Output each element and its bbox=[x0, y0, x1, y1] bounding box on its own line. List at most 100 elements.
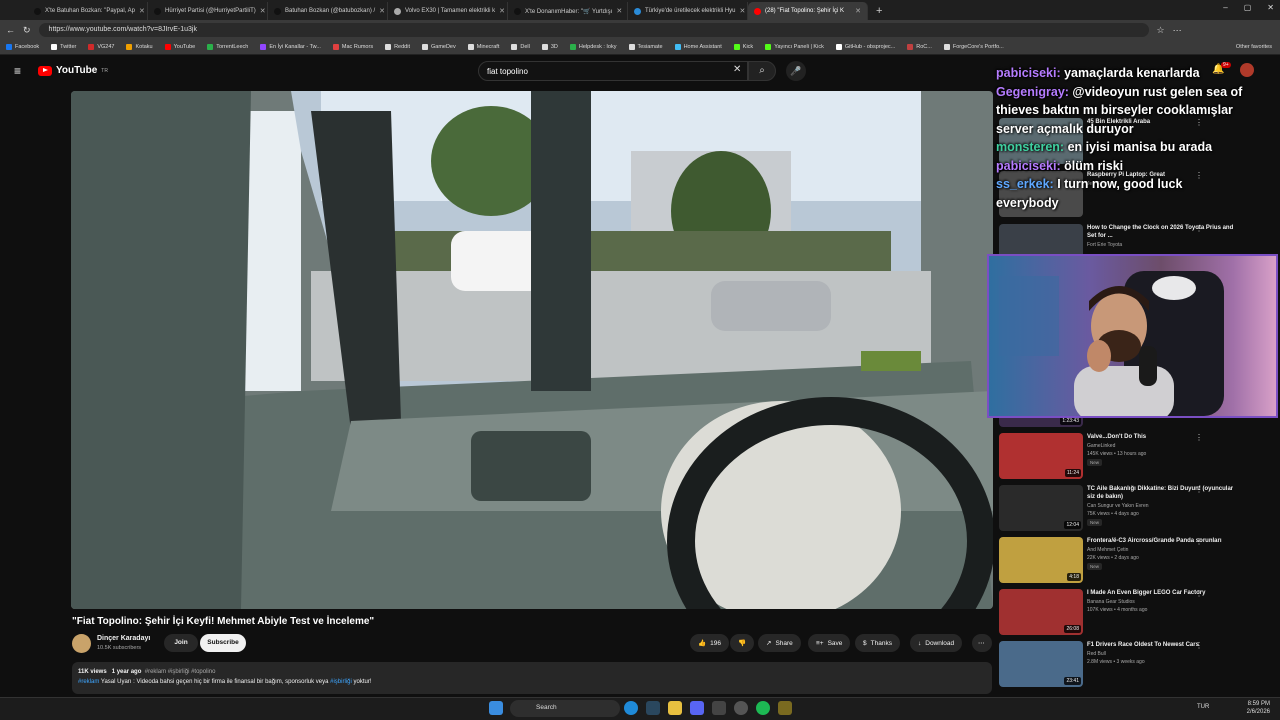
bookmark-item[interactable]: Dell bbox=[511, 44, 530, 50]
bookmark-item[interactable]: YouTube bbox=[164, 44, 195, 50]
more-options-icon[interactable]: ⋮ bbox=[1195, 537, 1203, 546]
tab-close-icon[interactable]: ✕ bbox=[499, 7, 505, 15]
tab-close-icon[interactable]: ✕ bbox=[616, 7, 622, 15]
obs-icon[interactable] bbox=[712, 701, 726, 715]
browser-tab[interactable]: X'te Batuhan Bozkan: "Paypal, Ap ✕ bbox=[28, 2, 148, 20]
spotify-icon[interactable] bbox=[756, 701, 770, 715]
like-button[interactable]: 👍 196 bbox=[690, 634, 729, 652]
tab-close-icon[interactable]: ✕ bbox=[379, 7, 385, 15]
more-options-icon[interactable]: ⋮ bbox=[1195, 433, 1203, 442]
star-icon[interactable]: ☆ bbox=[1157, 25, 1165, 36]
subscribe-button[interactable]: Subscribe bbox=[200, 634, 246, 652]
rec-channel[interactable]: And Mehmet Çetin bbox=[1087, 547, 1237, 553]
youtube-logo[interactable]: YouTube TR bbox=[38, 65, 108, 76]
video-thumbnail[interactable]: 11:24 bbox=[999, 433, 1083, 479]
more-options-icon[interactable]: ⋮ bbox=[1195, 485, 1203, 494]
rec-channel[interactable]: Banana Gear Studios bbox=[1087, 599, 1237, 605]
rec-channel[interactable]: Red Bull bbox=[1087, 651, 1237, 657]
bookmark-item[interactable]: Kotaku bbox=[126, 44, 153, 50]
browser-tab[interactable]: (28) "Fiat Topolino: Şehir İçi K ✕ bbox=[748, 2, 868, 20]
rec-title[interactable]: I Made An Even Bigger LEGO Car Factory bbox=[1087, 589, 1237, 597]
recommended-video[interactable]: 4:18 Frontera/ë-C3 Aircross/Grande Panda … bbox=[999, 537, 1279, 583]
new-tab-button[interactable]: + bbox=[876, 2, 882, 20]
browser-tab[interactable]: Türkiye'de üretilecek elektrikli Hyu ✕ bbox=[628, 2, 748, 20]
bookmark-item[interactable]: Kick bbox=[733, 44, 753, 50]
bookmark-item[interactable]: RoC... bbox=[907, 44, 932, 50]
share-button[interactable]: ↗ Share bbox=[758, 634, 801, 652]
more-options-icon[interactable]: ⋮ bbox=[1195, 641, 1203, 650]
video-player[interactable] bbox=[71, 91, 993, 609]
video-thumbnail[interactable]: 26:08 bbox=[999, 589, 1083, 635]
bookmark-item[interactable]: Tesiamate bbox=[628, 44, 663, 50]
browser-tab[interactable]: X'te DonanımHaber: "🛒 Yurtdışı ✕ bbox=[508, 2, 628, 20]
bookmark-item[interactable]: Yayıncı Paneli | Kick bbox=[765, 44, 824, 50]
system-clock[interactable]: 8:59 PM 2/6/2026 bbox=[1247, 700, 1270, 716]
recommended-video[interactable]: 26:08 I Made An Even Bigger LEGO Car Fact… bbox=[999, 589, 1279, 635]
channel-avatar[interactable] bbox=[72, 634, 91, 653]
start-icon[interactable] bbox=[489, 701, 503, 715]
user-avatar[interactable] bbox=[1240, 63, 1254, 77]
more-options-icon[interactable]: ⋮ bbox=[1195, 171, 1203, 180]
rec-channel[interactable]: Can Sungur ve Yakın Evren bbox=[1087, 503, 1237, 509]
back-icon[interactable]: ← bbox=[6, 25, 15, 35]
browser-tab[interactable]: Volvo EX30 | Tamamen elektrikli k ✕ bbox=[388, 2, 508, 20]
minimize-icon[interactable]: – bbox=[1223, 3, 1227, 12]
desc-hashtag[interactable]: #işbirliği bbox=[330, 679, 352, 685]
more-options-icon[interactable]: ⋮ bbox=[1195, 118, 1203, 127]
bookmark-item[interactable]: GameDev bbox=[421, 44, 456, 50]
bookmark-item[interactable]: TorrentLeech bbox=[207, 44, 248, 50]
bookmark-item[interactable]: Twitter bbox=[51, 44, 76, 50]
more-actions-icon[interactable]: ⋯ bbox=[972, 634, 992, 652]
tab-close-icon[interactable]: ✕ bbox=[260, 7, 266, 15]
more-options-icon[interactable]: ⋮ bbox=[1195, 589, 1203, 598]
rec-title[interactable]: F1 Drivers Race Oldest To Newest Cars bbox=[1087, 641, 1237, 649]
rec-channel[interactable]: GameLinked bbox=[1087, 443, 1237, 449]
bookmark-item[interactable]: 3D bbox=[541, 44, 558, 50]
bookmark-item[interactable]: En İyi Kanallar - Tw... bbox=[260, 44, 321, 50]
github-icon[interactable] bbox=[734, 701, 748, 715]
tab-close-icon[interactable]: ✕ bbox=[139, 7, 145, 15]
bookmark-item[interactable]: Minecraft bbox=[467, 44, 499, 50]
rec-title[interactable]: Frontera/ë-C3 Aircross/Grande Panda soru… bbox=[1087, 537, 1237, 545]
browser-tab[interactable]: Batuhan Bozkan (@batubozkan) / ✕ bbox=[268, 2, 388, 20]
more-options-icon[interactable]: ⋮ bbox=[1195, 224, 1203, 233]
dislike-button[interactable]: 👎 bbox=[730, 634, 755, 652]
save-button[interactable]: ≡+ Save bbox=[808, 634, 851, 652]
bookmark-item[interactable]: Facebook bbox=[6, 44, 39, 50]
video-thumbnail[interactable]: 12:04 bbox=[999, 485, 1083, 531]
bookmark-item[interactable]: GitHub - obsprojec... bbox=[835, 44, 895, 50]
search-button[interactable]: ⌕ bbox=[748, 61, 776, 81]
recommended-video[interactable]: 11:24 Valve...Don't Do This GameLinked 145K… bbox=[999, 433, 1279, 479]
bookmark-item[interactable]: ForgeCore's Portfo... bbox=[943, 44, 1004, 50]
bookmark-item[interactable]: Helpdesk : Ioky bbox=[569, 44, 617, 50]
app-icon[interactable] bbox=[778, 701, 792, 715]
description-box[interactable]: 11K views 1 year ago #reklam #işbirliği … bbox=[72, 662, 992, 694]
taskbar-search[interactable]: Search bbox=[510, 700, 620, 717]
clear-search-icon[interactable]: ✕ bbox=[733, 64, 741, 75]
tab-close-icon[interactable]: ✕ bbox=[855, 7, 861, 15]
bookmark-item[interactable]: Home Assistant bbox=[674, 44, 722, 50]
recommended-video[interactable]: 23:41 F1 Drivers Race Oldest To Newest Ca… bbox=[999, 641, 1279, 687]
browser-tab[interactable]: Hürriyet Partisi (@HurriyetPartiliT) ✕ bbox=[148, 2, 268, 20]
menu-icon[interactable]: ⋯ bbox=[1173, 25, 1182, 36]
download-button[interactable]: ↓ Download bbox=[910, 634, 963, 652]
search-input[interactable]: fiat topolino bbox=[478, 61, 748, 81]
other-bookmarks[interactable]: Other favorites bbox=[1236, 44, 1272, 50]
bookmark-item[interactable]: Mac Rumors bbox=[332, 44, 373, 50]
bookmark-item[interactable]: VG247 bbox=[88, 44, 114, 50]
recommended-video[interactable]: 12:04 TC Aile Bakanlığı Dikkatine: Bizi D… bbox=[999, 485, 1279, 531]
bookmark-item[interactable]: Reddit bbox=[385, 44, 410, 50]
channel-name[interactable]: Dinçer Karadayı bbox=[97, 635, 150, 642]
reload-icon[interactable]: ↻ bbox=[23, 25, 31, 36]
maximize-icon[interactable]: ▢ bbox=[1244, 3, 1252, 12]
join-button[interactable]: Join bbox=[164, 634, 198, 652]
file-explorer-icon[interactable] bbox=[668, 701, 682, 715]
discord-icon[interactable] bbox=[690, 701, 704, 715]
hamburger-menu-icon[interactable]: ≡ bbox=[14, 64, 21, 78]
rec-title[interactable]: How to Change the Clock on 2026 Toyota P… bbox=[1087, 224, 1237, 240]
thanks-button[interactable]: $ Thanks bbox=[855, 634, 900, 652]
desc-hashtag[interactable]: #reklam bbox=[78, 679, 99, 685]
rec-title[interactable]: TC Aile Bakanlığı Dikkatine: Bizi Duyun!… bbox=[1087, 485, 1237, 501]
url-field[interactable]: https://www.youtube.com/watch?v=8JIrvE-1… bbox=[38, 23, 1149, 37]
edge-icon[interactable] bbox=[624, 701, 638, 715]
